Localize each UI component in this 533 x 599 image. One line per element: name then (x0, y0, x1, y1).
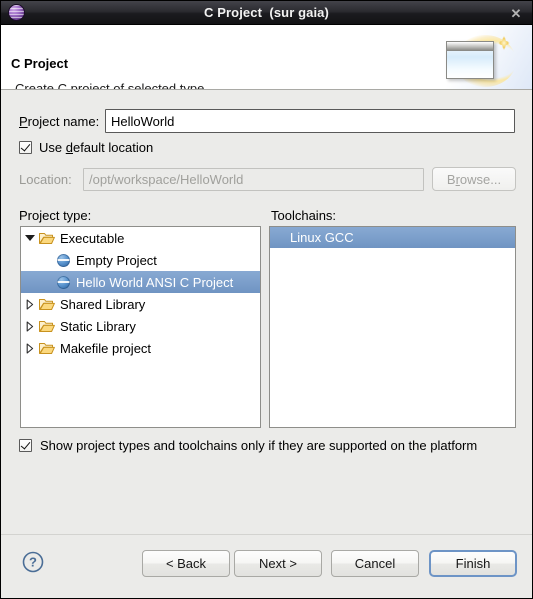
wizard-window-sparkle-icon (446, 33, 518, 87)
project-type-row-label: Empty Project (76, 252, 157, 268)
wizard-body: Project name: Use default location Locat… (1, 90, 532, 534)
show-supported-checkbox[interactable] (19, 439, 32, 452)
blue-sphere-icon (57, 275, 70, 289)
open-folder-icon (39, 231, 55, 245)
project-type-row[interactable]: Executable (21, 227, 260, 249)
project-type-row-label: Makefile project (60, 340, 152, 356)
project-type-tree[interactable]: Executable Empty Project Hello World ANSI … (20, 226, 261, 428)
project-type-row[interactable]: Static Library (21, 315, 260, 337)
project-type-row[interactable]: Shared Library (21, 293, 260, 315)
toolchains-list[interactable]: Linux GCC (269, 226, 516, 428)
cancel-button[interactable]: Cancel (331, 550, 419, 577)
open-folder-icon (39, 297, 55, 311)
page-subtitle: Create C project of selected type (15, 81, 205, 90)
title-bar: C Project (sur gaia) ✕ (1, 1, 532, 25)
window-title: C Project (sur gaia) (204, 5, 329, 20)
project-type-row[interactable]: Empty Project (21, 249, 260, 271)
project-name-input[interactable] (105, 109, 515, 133)
project-type-row[interactable]: Hello World ANSI C Project (21, 271, 260, 293)
open-folder-icon (39, 319, 55, 333)
browse-button: Browse... (432, 167, 516, 191)
chevron-down-icon[interactable] (21, 235, 39, 241)
chevron-right-icon[interactable] (21, 342, 39, 354)
help-question-icon[interactable]: ? (21, 550, 45, 574)
project-type-row-label: Static Library (60, 318, 136, 334)
project-type-row-label: Executable (60, 230, 125, 246)
use-default-location-checkbox[interactable] (19, 141, 32, 154)
chevron-right-icon[interactable] (21, 298, 39, 310)
wizard-header: C Project Create C project of selected t… (1, 25, 532, 90)
project-name-label: Project name: (19, 113, 100, 129)
toolchain-row-label: Linux GCC (290, 230, 354, 245)
svg-text:?: ? (29, 555, 37, 570)
open-folder-icon (39, 341, 55, 355)
show-supported-label: Show project types and toolchains only i… (40, 438, 478, 453)
button-bar: ? < Back Next > Cancel Finish (1, 534, 532, 598)
project-type-row-label: Hello World ANSI C Project (76, 274, 234, 290)
project-name-row: Project name: (1, 109, 532, 133)
project-type-row[interactable]: Makefile project (21, 337, 260, 359)
chevron-right-icon[interactable] (21, 320, 39, 332)
project-type-label: Project type: (19, 208, 92, 223)
location-row: Location: Browse... (1, 167, 532, 191)
c-project-wizard-dialog: C Project (sur gaia) ✕ C Project Create … (0, 0, 533, 599)
finish-button[interactable]: Finish (429, 550, 517, 577)
blue-sphere-icon (57, 253, 70, 267)
toolchain-row[interactable]: Linux GCC (270, 227, 515, 248)
project-type-row-label: Shared Library (60, 296, 146, 312)
back-button[interactable]: < Back (142, 550, 230, 577)
page-title: C Project (11, 56, 69, 71)
next-button[interactable]: Next > (234, 550, 322, 577)
eclipse-ball-icon (4, 1, 28, 25)
location-label: Location: (19, 171, 72, 187)
use-default-location-row[interactable]: Use default location (19, 140, 153, 155)
show-supported-row[interactable]: Show project types and toolchains only i… (19, 438, 477, 453)
location-input (83, 167, 424, 191)
toolchains-label: Toolchains: (271, 208, 337, 223)
close-icon[interactable]: ✕ (508, 5, 524, 21)
use-default-location-label: Use default location (39, 140, 154, 155)
